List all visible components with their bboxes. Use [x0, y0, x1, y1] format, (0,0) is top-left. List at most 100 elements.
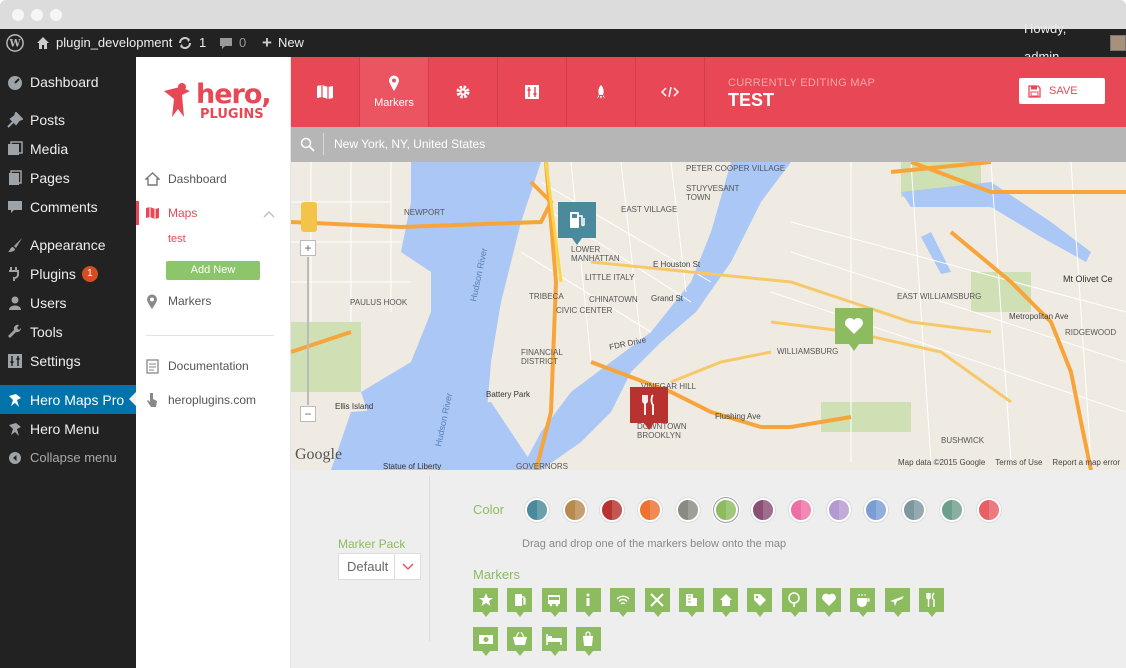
marker-heart[interactable] — [816, 588, 841, 617]
marker-tools[interactable] — [644, 588, 670, 617]
report-link[interactable]: Report a map error — [1052, 458, 1120, 467]
save-button[interactable]: SAVE — [1019, 78, 1105, 104]
swatch-highlight — [612, 500, 623, 520]
marker-home[interactable] — [713, 588, 739, 617]
terms-link[interactable]: Terms of Use — [995, 458, 1042, 467]
attribution-text: Map data ©2015 Google — [897, 458, 986, 467]
marker-wifi[interactable] — [610, 588, 636, 617]
sidebar-label: Dashboard — [30, 73, 99, 90]
window-maximize-dot[interactable] — [50, 9, 62, 21]
color-swatch[interactable] — [675, 498, 700, 522]
user-icon — [0, 295, 30, 311]
tab-controls[interactable] — [498, 57, 567, 127]
map-canvas[interactable]: Hudson River Hudson River NEWPORT TRIBEC… — [291, 162, 1126, 470]
sidebar-collapse-menu[interactable]: Collapse menu — [0, 443, 136, 472]
color-swatch[interactable] — [902, 498, 926, 522]
marker-bed[interactable] — [541, 627, 567, 656]
tab-code[interactable] — [636, 57, 705, 127]
add-new-map-button[interactable]: Add New — [166, 261, 260, 280]
new-content-link[interactable]: + New — [262, 29, 304, 57]
sidebar-item-settings[interactable]: Settings — [0, 346, 136, 375]
color-swatch[interactable] — [939, 498, 964, 522]
editor-toolbar: Markers CURRENTLY EDITING MAP TEST SAVE — [291, 57, 1126, 135]
map-label: Metropolitan Ave — [1009, 312, 1069, 321]
pages-icon — [0, 169, 30, 186]
color-swatch[interactable] — [638, 498, 663, 522]
plugin-nav-markers[interactable]: Markers — [136, 286, 291, 316]
account-menu[interactable]: Howdy, admin — [1024, 21, 1126, 64]
site-name-link[interactable]: plugin_development — [36, 29, 172, 57]
plugin-nav-website[interactable]: heroplugins.com — [136, 385, 291, 415]
marker-pack-select[interactable]: Default — [338, 553, 421, 580]
sidebar-item-appearance[interactable]: Appearance — [0, 230, 136, 259]
sidebar-item-plugins[interactable]: Plugins 1 — [0, 259, 136, 288]
marker-cutlery[interactable] — [918, 588, 944, 617]
sidebar-item-hero-menu[interactable]: Hero Menu — [0, 414, 136, 443]
chevron-up-icon[interactable] — [263, 207, 275, 221]
google-logo: Google — [295, 446, 343, 463]
tab-markers[interactable]: Markers — [360, 57, 429, 135]
bus-icon — [548, 595, 561, 607]
sidebar-item-users[interactable]: Users — [0, 288, 136, 317]
divider — [429, 476, 430, 641]
sidebar-item-hero-maps-pro[interactable]: Hero Maps Pro — [0, 385, 136, 414]
wordpress-logo-icon[interactable]: W — [6, 29, 24, 57]
color-swatch[interactable] — [826, 498, 851, 522]
marker-basket[interactable] — [507, 627, 533, 656]
marker-star[interactable] — [473, 588, 498, 617]
window-minimize-dot[interactable] — [31, 9, 43, 21]
plugin-nav-label: Dashboard — [168, 172, 227, 186]
money-icon — [478, 635, 493, 644]
marker-tag[interactable] — [747, 588, 773, 617]
sidebar-item-dashboard[interactable]: Dashboard — [0, 67, 136, 96]
zoom-out-button[interactable]: − — [300, 406, 316, 422]
tab-map[interactable] — [291, 57, 360, 127]
floppy-icon — [1028, 84, 1041, 98]
color-swatch[interactable] — [713, 498, 738, 522]
marker-plane[interactable] — [884, 588, 910, 617]
sidebar-item-media[interactable]: Media — [0, 134, 136, 163]
media-icon — [0, 140, 30, 157]
marker-info[interactable] — [575, 588, 601, 617]
sidebar-item-tools[interactable]: Tools — [0, 317, 136, 346]
color-swatch[interactable] — [562, 498, 587, 522]
marker-fuel[interactable] — [507, 588, 533, 617]
map-label: TRIBECA — [529, 292, 564, 301]
color-swatch[interactable] — [525, 498, 549, 522]
color-swatch[interactable] — [751, 498, 776, 522]
updates-link[interactable]: 1 — [177, 29, 206, 57]
map-marker-cutlery[interactable] — [630, 387, 668, 430]
fuel-icon — [514, 594, 526, 606]
color-swatch[interactable] — [788, 498, 813, 522]
comment-icon — [220, 37, 232, 49]
svg-text:W: W — [8, 39, 21, 50]
search-input[interactable]: New York, NY, United States — [334, 127, 1034, 162]
marker-shopping[interactable] — [575, 627, 601, 656]
sidebar-item-pages[interactable]: Pages — [0, 163, 136, 192]
tab-launch[interactable] — [567, 57, 636, 127]
map-marker-heart[interactable] — [835, 308, 873, 351]
tab-settings[interactable] — [429, 57, 498, 127]
color-swatch[interactable] — [864, 498, 889, 522]
code-icon — [661, 86, 679, 98]
map-marker-fuel[interactable] — [558, 202, 596, 245]
marker-coffee[interactable] — [850, 588, 876, 617]
comments-link[interactable]: 0 — [219, 29, 246, 57]
fuel-icon — [570, 212, 585, 228]
map-list-item[interactable]: test — [168, 233, 186, 245]
zoom-slider[interactable] — [307, 257, 309, 405]
zoom-in-button[interactable]: + — [300, 240, 316, 256]
marker-bus[interactable] — [541, 588, 567, 617]
marker-building[interactable] — [678, 588, 704, 617]
sidebar-item-posts[interactable]: Posts — [0, 105, 136, 134]
plugin-nav-documentation[interactable]: Documentation — [136, 351, 291, 381]
pegman-icon[interactable] — [301, 202, 317, 232]
window-close-dot[interactable] — [12, 9, 24, 21]
marker-money[interactable] — [473, 627, 498, 656]
sidebar-item-comments[interactable]: Comments — [0, 192, 136, 221]
color-swatch[interactable] — [600, 498, 625, 522]
plugin-nav-dashboard[interactable]: Dashboard — [136, 164, 291, 194]
plugin-nav-maps[interactable]: Maps — [136, 198, 291, 228]
color-swatch[interactable] — [977, 498, 1002, 522]
marker-tree[interactable] — [781, 588, 807, 617]
